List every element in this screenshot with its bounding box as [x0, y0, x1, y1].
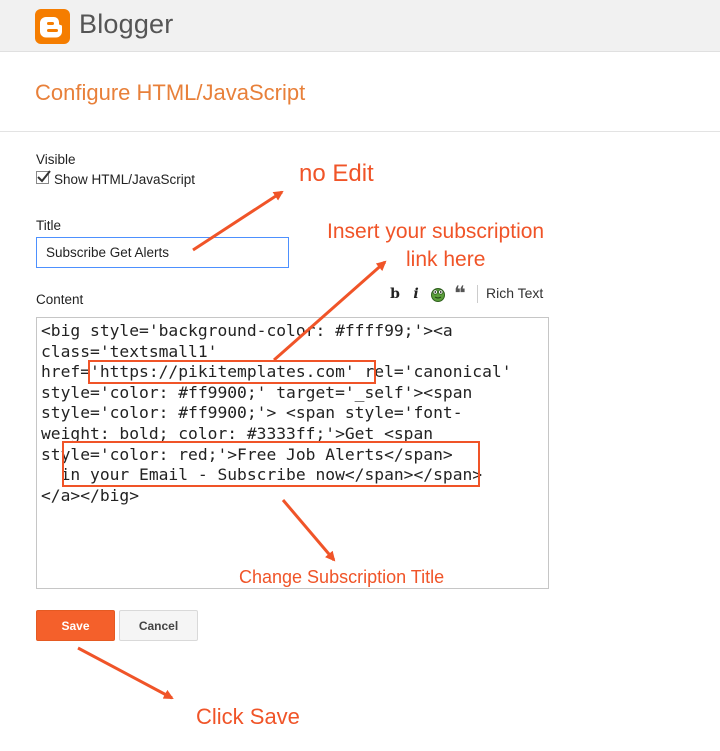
frog-image-icon — [431, 288, 445, 302]
code-line: <big style='background-color: #ffff99;'>… — [41, 321, 453, 340]
url-highlight-box — [88, 360, 376, 384]
title-input[interactable]: Subscribe Get Alerts — [36, 237, 289, 268]
annotation-change-title: Change Subscription Title — [239, 567, 445, 587]
visible-label: Visible — [36, 152, 76, 167]
content-label: Content — [36, 292, 84, 307]
annotation-insert-link-1: Insert your subscription — [327, 220, 545, 243]
code-line: </a></big> — [41, 485, 140, 505]
brand-name: Blogger — [79, 9, 174, 39]
title-highlight-box — [62, 441, 480, 487]
show-html-checkbox[interactable] — [36, 170, 51, 184]
toolbar-divider — [477, 285, 478, 303]
code-line: style='color: #ff9900;' target='_self'><… — [41, 382, 473, 402]
image-button[interactable] — [429, 285, 447, 303]
code-line: style='color: #ff9900;'> <span style='fo… — [41, 403, 463, 423]
top-bar: Blogger — [0, 0, 720, 52]
annotation-insert-link-2: link here — [406, 248, 486, 271]
cancel-button[interactable]: Cancel — [119, 610, 198, 641]
quote-button[interactable]: ❝ — [451, 284, 469, 304]
title-label: Title — [36, 218, 62, 233]
bold-button[interactable]: b — [386, 285, 404, 303]
italic-button[interactable]: i — [407, 285, 425, 303]
rich-text-link[interactable]: Rich Text — [486, 285, 543, 301]
page-title: Configure HTML/JavaScript — [35, 80, 306, 105]
blogger-logo-icon[interactable] — [35, 9, 70, 44]
show-html-label: Show HTML/JavaScript — [54, 172, 196, 187]
annotation-click-save: Click Save — [196, 704, 300, 729]
arrow-click-save — [77, 646, 174, 700]
annotation-no-edit: no Edit — [299, 160, 374, 187]
checkmark-icon — [37, 170, 51, 183]
save-button[interactable]: Save — [36, 610, 115, 641]
